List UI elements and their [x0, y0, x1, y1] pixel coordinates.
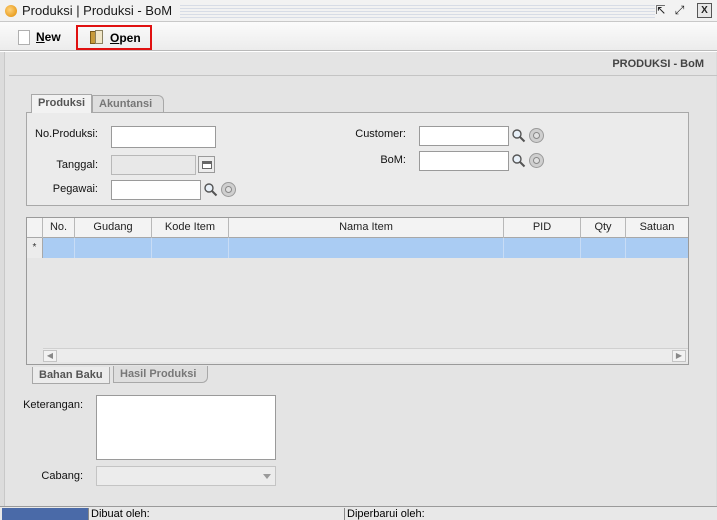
status-dibuat: Dibuat oleh:	[88, 508, 344, 520]
grid-corner	[27, 218, 43, 238]
cabang-select[interactable]	[96, 466, 276, 486]
new-document-icon	[18, 29, 30, 45]
tab-akuntansi[interactable]: Akuntansi	[92, 95, 164, 113]
chevron-down-icon	[263, 474, 271, 479]
cell-kode-item[interactable]	[152, 238, 229, 258]
cell-nama-item[interactable]	[229, 238, 504, 258]
horizontal-scrollbar[interactable]: ◀ ▶	[43, 348, 688, 362]
calendar-icon[interactable]	[198, 156, 215, 173]
toolbar: New Open	[0, 22, 717, 51]
bom-label: BoM:	[380, 154, 406, 166]
pegawai-input[interactable]	[111, 180, 201, 200]
app-icon	[5, 5, 17, 17]
items-grid[interactable]: No. Gudang Kode Item Nama Item PID Qty S…	[26, 217, 689, 365]
pegawai-search-icon[interactable]	[202, 181, 218, 197]
tab-hasil-produksi[interactable]: Hasil Produksi	[113, 366, 208, 383]
no-produksi-input[interactable]	[111, 126, 216, 148]
customer-input[interactable]	[419, 126, 509, 146]
maximize-icon[interactable]: ⤢	[672, 3, 687, 18]
no-produksi-label: No.Produksi:	[35, 128, 98, 140]
status-bar: Dibuat oleh: Diperbarui oleh:	[0, 506, 717, 520]
customer-clear-icon[interactable]	[529, 128, 544, 143]
new-row-marker: *	[27, 238, 43, 258]
keterangan-textarea[interactable]	[96, 395, 276, 460]
scroll-left-icon[interactable]: ◀	[43, 350, 57, 362]
col-gudang[interactable]: Gudang	[75, 218, 152, 238]
customer-search-icon[interactable]	[510, 127, 526, 143]
col-kode-item[interactable]: Kode Item	[152, 218, 229, 238]
bom-input[interactable]	[419, 151, 509, 171]
pegawai-label: Pegawai:	[52, 183, 98, 195]
grid-header: No. Gudang Kode Item Nama Item PID Qty S…	[27, 218, 688, 238]
scroll-right-icon[interactable]: ▶	[672, 350, 686, 362]
bom-clear-icon[interactable]	[529, 153, 544, 168]
cell-no[interactable]	[43, 238, 75, 258]
status-indicator	[2, 508, 88, 520]
bom-search-icon[interactable]	[510, 152, 526, 168]
tab-bahan-baku[interactable]: Bahan Baku	[32, 367, 110, 384]
keterangan-label: Keterangan:	[23, 399, 83, 411]
cell-satuan[interactable]	[626, 238, 688, 258]
cell-pid[interactable]	[504, 238, 581, 258]
tab-produksi[interactable]: Produksi	[31, 94, 93, 113]
cell-gudang[interactable]	[75, 238, 152, 258]
cabang-label: Cabang:	[41, 470, 83, 482]
title-bar-stripes	[180, 3, 655, 18]
col-satuan[interactable]: Satuan	[626, 218, 688, 238]
restore-icon[interactable]: ⇱	[653, 3, 668, 18]
cell-qty[interactable]	[581, 238, 626, 258]
open-book-icon	[90, 30, 104, 45]
new-button[interactable]: New	[18, 26, 61, 48]
title-divider	[9, 75, 717, 76]
col-nama-item[interactable]: Nama Item	[229, 218, 504, 238]
table-row[interactable]: *	[27, 238, 688, 258]
tanggal-label: Tanggal:	[56, 159, 98, 171]
window-title: Produksi | Produksi - BoM	[22, 3, 173, 18]
tanggal-input	[111, 155, 196, 175]
new-button-label: New	[36, 30, 61, 44]
title-bar: Produksi | Produksi - BoM ⇱ ⤢ X	[0, 0, 717, 22]
pegawai-clear-icon[interactable]	[221, 182, 236, 197]
open-button-label: Open	[110, 30, 141, 45]
close-icon[interactable]: X	[697, 3, 712, 18]
col-no[interactable]: No.	[43, 218, 75, 238]
status-diperbarui: Diperbarui oleh:	[344, 508, 714, 520]
col-qty[interactable]: Qty	[581, 218, 626, 238]
form-title: PRODUKSI - BoM	[612, 58, 704, 70]
col-pid[interactable]: PID	[504, 218, 581, 238]
open-button[interactable]: Open	[76, 25, 152, 50]
customer-label: Customer:	[355, 128, 406, 140]
